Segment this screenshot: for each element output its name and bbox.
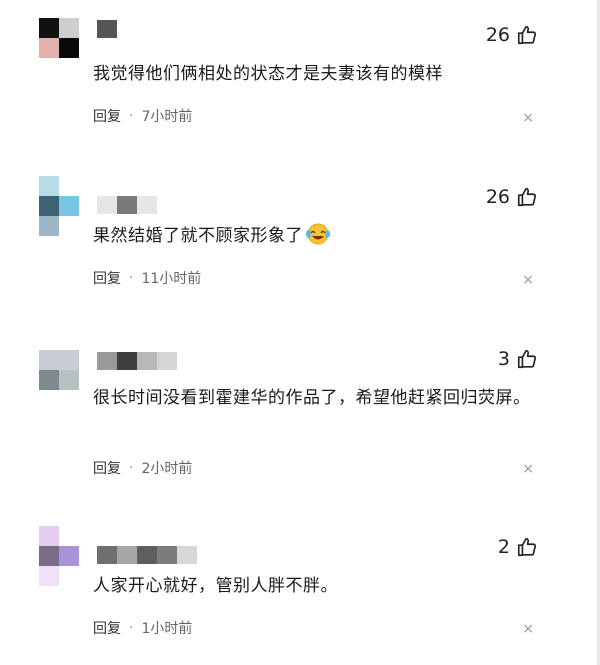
close-icon[interactable]: × bbox=[522, 272, 534, 288]
separator-dot: · bbox=[129, 108, 134, 124]
comment-item: 26 果然结婚了就不顾家形象了 回复 · 11小时前 × bbox=[0, 160, 600, 330]
avatar-pixel bbox=[39, 176, 59, 196]
reply-button[interactable]: 回复 bbox=[93, 106, 121, 126]
avatar-pixel bbox=[39, 566, 59, 586]
username-blurred[interactable] bbox=[97, 20, 117, 38]
reply-button[interactable]: 回复 bbox=[93, 618, 121, 638]
avatar-pixel bbox=[39, 370, 59, 390]
separator-dot: · bbox=[129, 460, 134, 476]
like-button[interactable]: 26 bbox=[486, 24, 538, 46]
comment-item: 3 很长时间没看到霍建华的作品了，希望他赶紧回归荧屏。 回复 · 2小时前 × bbox=[0, 330, 600, 510]
avatar-pixel bbox=[39, 196, 59, 216]
close-icon[interactable]: × bbox=[522, 621, 534, 637]
thumbs-up-icon bbox=[517, 537, 537, 557]
like-count: 26 bbox=[485, 24, 510, 46]
username-pixel bbox=[137, 196, 157, 214]
avatar[interactable] bbox=[39, 18, 79, 58]
reply-button[interactable]: 回复 bbox=[93, 458, 121, 478]
separator-dot: · bbox=[129, 270, 134, 286]
like-count: 3 bbox=[497, 348, 510, 370]
avatar-pixel bbox=[59, 350, 79, 370]
thumbs-up-icon bbox=[517, 187, 537, 207]
username-pixel bbox=[117, 352, 137, 370]
comment-text: 果然结婚了就不顾家形象了 bbox=[93, 222, 543, 250]
avatar-pixel bbox=[39, 18, 59, 38]
username-blurred[interactable] bbox=[97, 352, 177, 370]
timestamp: 7小时前 bbox=[141, 109, 193, 125]
username-pixel bbox=[157, 352, 177, 370]
like-button[interactable]: 3 bbox=[498, 348, 538, 370]
avatar-pixel bbox=[59, 176, 79, 196]
username-pixel bbox=[137, 352, 157, 370]
avatar-pixel bbox=[39, 546, 59, 566]
comment-meta: 回复 · 1小时前 bbox=[93, 618, 192, 638]
like-button[interactable]: 2 bbox=[498, 536, 538, 558]
thumbs-up-icon bbox=[517, 25, 537, 45]
avatar-pixel bbox=[59, 526, 79, 546]
username-pixel bbox=[157, 546, 177, 564]
username-pixel bbox=[117, 546, 137, 564]
comment-text: 很长时间没看到霍建华的作品了，希望他赶紧回归荧屏。 bbox=[93, 388, 531, 408]
comment-text: 我觉得他们俩相处的状态才是夫妻该有的模样 bbox=[93, 64, 443, 84]
timestamp: 1小时前 bbox=[141, 621, 193, 637]
comment-text-content: 果然结婚了就不顾家形象了 bbox=[93, 226, 303, 246]
username-pixel bbox=[117, 196, 137, 214]
comment-meta: 回复 · 11小时前 bbox=[93, 268, 201, 288]
username-pixel bbox=[137, 546, 157, 564]
avatar-pixel bbox=[59, 370, 79, 390]
separator-dot: · bbox=[129, 620, 134, 636]
username-blurred[interactable] bbox=[97, 546, 197, 564]
avatar[interactable] bbox=[39, 176, 79, 236]
avatar-pixel bbox=[59, 18, 79, 38]
close-icon[interactable]: × bbox=[522, 461, 534, 477]
avatar-pixel bbox=[59, 546, 79, 566]
like-button[interactable]: 26 bbox=[486, 186, 538, 208]
close-icon[interactable]: × bbox=[522, 110, 534, 126]
username-pixel bbox=[97, 20, 117, 38]
avatar-pixel bbox=[39, 350, 59, 370]
avatar-pixel bbox=[39, 526, 59, 546]
thumbs-up-icon bbox=[517, 349, 537, 369]
avatar-pixel bbox=[39, 216, 59, 236]
username-pixel bbox=[97, 196, 117, 214]
laughing-crying-emoji-icon bbox=[306, 223, 330, 245]
timestamp: 11小时前 bbox=[141, 271, 202, 287]
username-pixel bbox=[97, 352, 117, 370]
reply-button[interactable]: 回复 bbox=[93, 268, 121, 288]
comment-meta: 回复 · 7小时前 bbox=[93, 106, 192, 126]
comment-item: 2 人家开心就好，管别人胖不胖。 回复 · 1小时前 × bbox=[0, 510, 600, 665]
like-count: 2 bbox=[497, 536, 510, 558]
username-blurred[interactable] bbox=[97, 196, 157, 214]
comment-text: 人家开心就好，管别人胖不胖。 bbox=[93, 576, 338, 596]
timestamp: 2小时前 bbox=[141, 461, 193, 477]
comment-meta: 回复 · 2小时前 bbox=[93, 458, 192, 478]
username-pixel bbox=[97, 546, 117, 564]
like-count: 26 bbox=[485, 186, 510, 208]
avatar[interactable] bbox=[39, 350, 79, 390]
username-pixel bbox=[177, 546, 197, 564]
avatar-pixel bbox=[39, 38, 59, 58]
avatar-pixel bbox=[59, 196, 79, 216]
avatar-pixel bbox=[59, 38, 79, 58]
avatar[interactable] bbox=[39, 526, 79, 586]
comment-item: 26 我觉得他们俩相处的状态才是夫妻该有的模样 回复 · 7小时前 × bbox=[0, 0, 600, 160]
